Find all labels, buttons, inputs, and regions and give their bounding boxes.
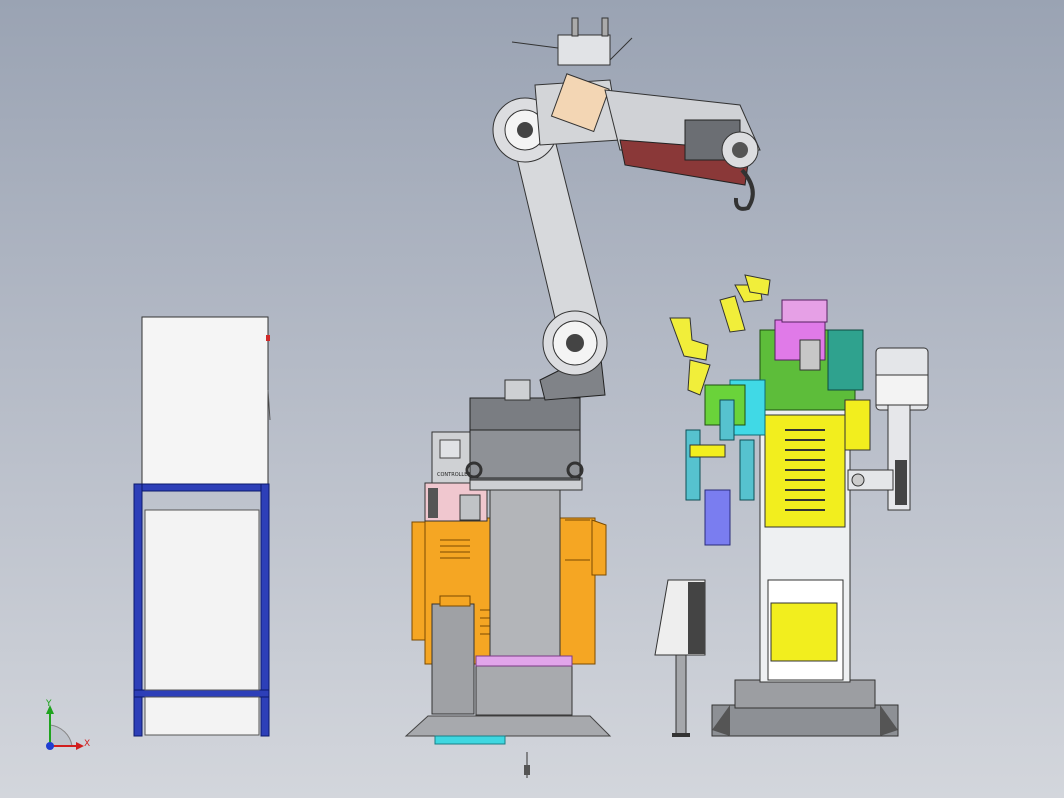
- electrical-cabinet-stand: [133, 316, 271, 737]
- triad-y-label: Y: [45, 699, 52, 709]
- triad-x-label: X: [84, 739, 90, 749]
- cabinet-indicator-light: [266, 335, 270, 341]
- teach-pendant-stand: [654, 579, 706, 737]
- coordinate-triad: Y X: [45, 699, 90, 750]
- welding-fixture-station: [669, 274, 929, 737]
- robot-base-assembly: CONTROLLER: [404, 379, 612, 778]
- robot-arm: [492, 17, 761, 401]
- triad-z-axis: [46, 742, 54, 750]
- cad-viewport[interactable]: CONTROLLER Y X: [0, 0, 1064, 798]
